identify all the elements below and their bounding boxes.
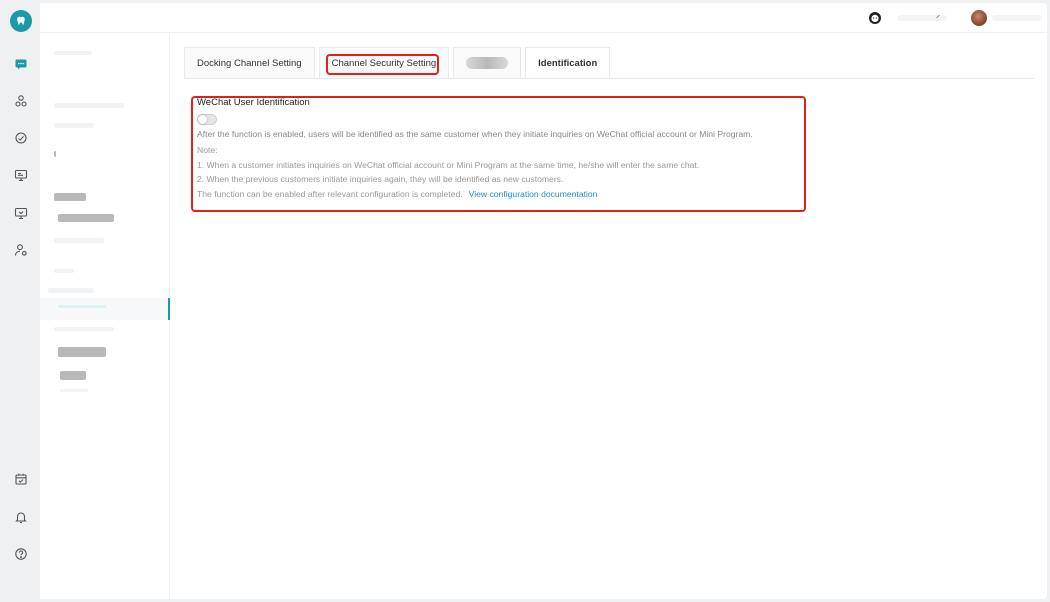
main-panel: Docking Channel Setting Channel Security… (170, 33, 1047, 599)
headset-icon[interactable] (868, 11, 882, 25)
note-item: 1. When a customer initiates inquiries o… (197, 159, 700, 170)
sidebar-blurred-item (58, 347, 106, 357)
bell-icon[interactable] (12, 508, 30, 526)
sidebar-item-active[interactable] (40, 298, 169, 320)
sidebar-blurred-item (58, 305, 106, 308)
sidebar-blurred-item (54, 151, 56, 157)
help-icon[interactable] (12, 545, 30, 563)
sidebar-blurred-item (54, 238, 104, 243)
footer-line: The function can be enabled after releva… (197, 187, 807, 202)
sidebar-blurred-item (48, 288, 94, 293)
app-window: Docking Channel Setting Channel Security… (3, 3, 1047, 599)
dashboard-icon[interactable] (12, 129, 30, 147)
note-item: 2. When the previous customers initiate … (197, 174, 564, 184)
tab-blurred[interactable] (453, 47, 522, 78)
avatar[interactable] (971, 10, 987, 26)
username-blurred (992, 15, 1042, 21)
wechat-identification-section: WeChat User Identification After the fun… (197, 97, 807, 201)
sidebar-blurred-item (58, 214, 114, 222)
section-title: WeChat User Identification (197, 97, 310, 108)
monitor-icon[interactable] (12, 166, 30, 184)
calendar-icon[interactable] (12, 470, 30, 488)
users-icon[interactable] (12, 92, 30, 110)
tab-bar: Docking Channel Setting Channel Security… (184, 47, 614, 79)
sidebar-blurred-item (60, 389, 88, 392)
secondary-sidebar (40, 33, 170, 599)
sidebar-blurred-item (54, 51, 92, 55)
sidebar-blurred-item (54, 269, 74, 273)
tab-docking-channel[interactable]: Docking Channel Setting (184, 47, 315, 78)
blurred-tab-label (466, 57, 509, 69)
footer-text: The function can be enabled after releva… (197, 188, 463, 199)
section-description: After the function is enabled, users wil… (197, 129, 753, 139)
screen-icon[interactable] (12, 204, 30, 222)
tab-identification[interactable]: Identification (525, 47, 611, 79)
sidebar-blurred-item (54, 327, 114, 331)
tab-divider (184, 78, 1034, 79)
tooth-logo-icon[interactable] (10, 10, 32, 32)
config-doc-link[interactable]: View configuration documentation (469, 189, 598, 199)
top-bar (40, 3, 1047, 33)
sidebar-blurred-item (54, 123, 94, 128)
chat-icon[interactable] (12, 55, 30, 73)
sidebar-blurred-item (60, 371, 86, 380)
tab-channel-security[interactable]: Channel Security Setting (318, 47, 450, 78)
identification-toggle[interactable] (197, 114, 217, 125)
note-label: Note: (197, 145, 218, 155)
icon-rail (3, 3, 40, 599)
toggle-knob (198, 115, 207, 124)
sidebar-blurred-item (54, 193, 86, 201)
user-settings-icon[interactable] (12, 241, 30, 259)
sidebar-blurred-item (54, 103, 124, 108)
